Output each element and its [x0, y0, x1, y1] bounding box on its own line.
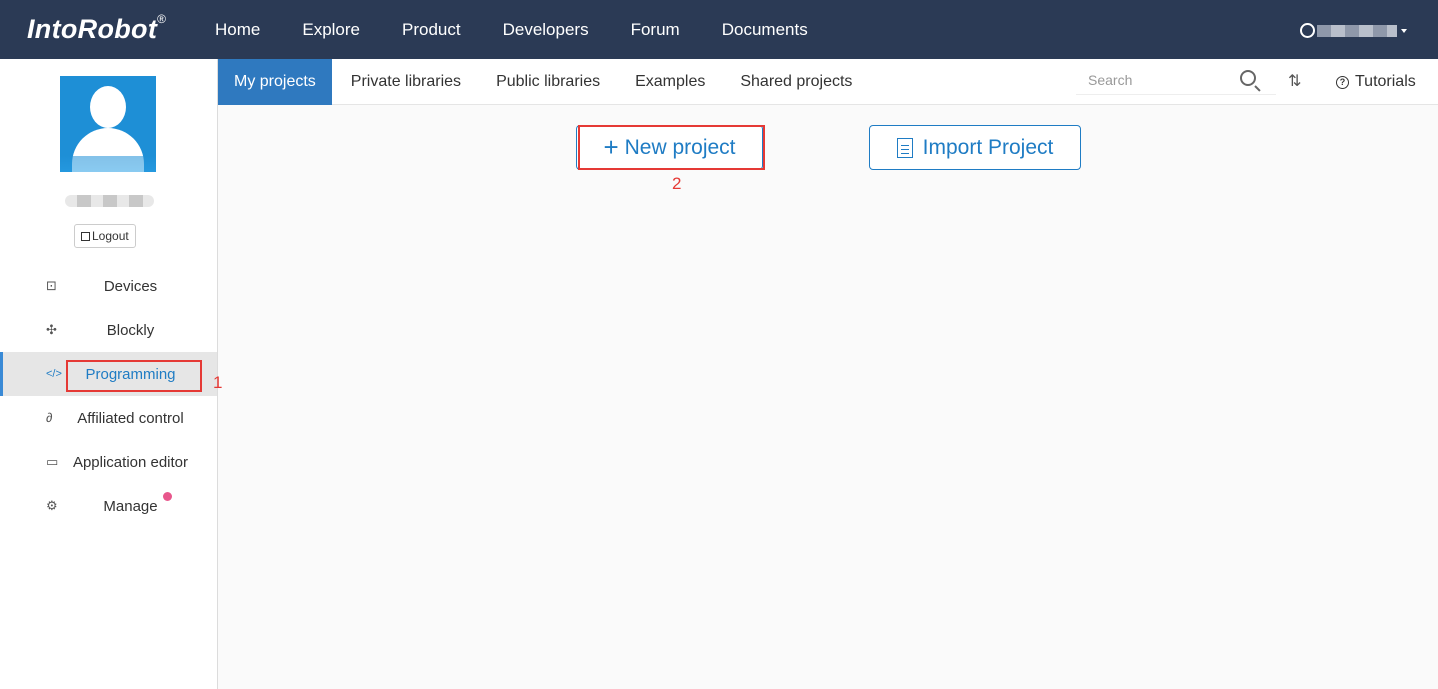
annotation-number-1: 1	[213, 373, 223, 392]
user-menu[interactable]	[1300, 23, 1407, 38]
nav-home[interactable]: Home	[215, 20, 260, 40]
sidebar-item-application-editor[interactable]: ▭ Application editor	[0, 440, 217, 484]
tab-public-libraries[interactable]: Public libraries	[480, 59, 616, 105]
sidebar-item-label: Devices	[103, 277, 158, 295]
nav-product[interactable]: Product	[402, 20, 461, 40]
sidebar-item-label: Affiliated control	[77, 409, 184, 427]
username-redacted	[1317, 24, 1397, 37]
tutorials-link[interactable]: ? Tutorials	[1336, 73, 1416, 91]
sidebar-item-label: Blockly	[106, 321, 155, 339]
nav-documents[interactable]: Documents	[722, 20, 808, 40]
tab-shared-projects[interactable]: Shared projects	[724, 59, 868, 105]
nav-explore[interactable]: Explore	[302, 20, 360, 40]
import-project-button[interactable]: Import Project	[869, 125, 1081, 170]
window-icon: ▭	[46, 454, 59, 469]
logout-icon	[81, 231, 90, 241]
sidebar-item-label: Manage	[103, 497, 158, 515]
nav-developers[interactable]: Developers	[503, 20, 589, 40]
annotation-box-programming	[66, 360, 202, 392]
project-tabs-bar: My projects Private libraries Public lib…	[218, 59, 1438, 105]
link-icon: ∂	[46, 410, 53, 425]
code-icon: </>	[46, 368, 62, 380]
annotation-number-2: 2	[672, 174, 682, 193]
notification-dot	[163, 492, 172, 501]
sidebar-item-blockly[interactable]: ✣ Blockly	[0, 308, 217, 352]
chevron-down-icon	[1401, 28, 1407, 33]
search-box	[1076, 67, 1276, 95]
main-nav: Home Explore Product Developers Forum Do…	[215, 0, 850, 59]
sidebar-item-devices[interactable]: ⊡ Devices	[0, 264, 217, 308]
sort-icon[interactable]: ⇅	[1288, 71, 1301, 91]
question-icon: ?	[1336, 75, 1349, 89]
tab-my-projects[interactable]: My projects	[218, 59, 332, 105]
nav-forum[interactable]: Forum	[631, 20, 680, 40]
top-navigation-bar: IntoRobot® Home Explore Product Develope…	[0, 0, 1438, 59]
sidebar-menu: ⊡ Devices ✣ Blockly </> Programming ∂ Af…	[0, 264, 217, 528]
search-input[interactable]	[1076, 67, 1226, 93]
chart-icon: ⊡	[46, 278, 57, 293]
gear-icon: ⚙	[46, 498, 58, 513]
annotation-box-new-project	[578, 125, 765, 170]
tabs: My projects Private libraries Public lib…	[218, 59, 871, 105]
tab-examples[interactable]: Examples	[619, 59, 721, 105]
user-icon	[1300, 23, 1315, 38]
sidebar-item-manage[interactable]: ⚙ Manage	[0, 484, 217, 528]
document-icon	[896, 137, 913, 158]
sidebar-item-affiliated-control[interactable]: ∂ Affiliated control	[0, 396, 217, 440]
search-icon[interactable]	[1240, 70, 1256, 86]
puzzle-icon: ✣	[46, 322, 57, 337]
avatar	[60, 76, 156, 172]
sidebar-username-redacted	[65, 195, 154, 207]
logout-button[interactable]: Logout	[74, 224, 136, 248]
brand-logo[interactable]: IntoRobot®	[27, 12, 166, 45]
tab-private-libraries[interactable]: Private libraries	[335, 59, 477, 105]
sidebar-item-label: Application editor	[72, 453, 189, 471]
